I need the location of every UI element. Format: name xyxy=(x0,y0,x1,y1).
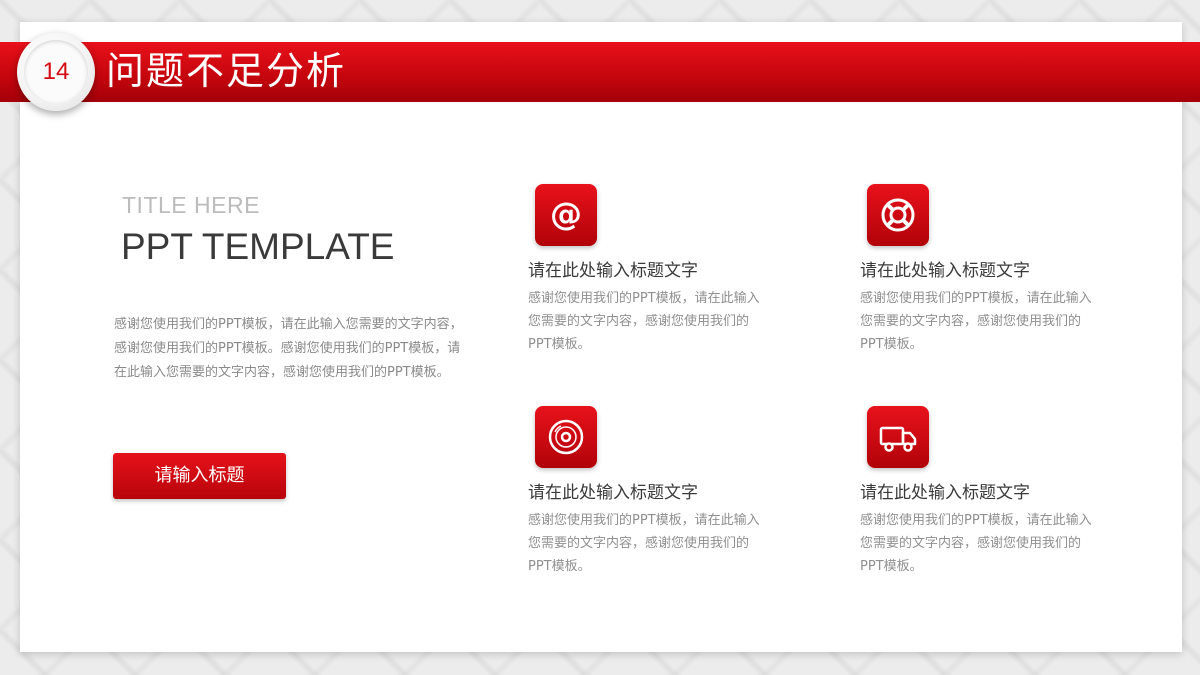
feature-item: 请在此处输入标题文字 感谢您使用我们的PPT模板，请在此输入您需要的文字内容，感… xyxy=(860,406,1110,578)
slide-number-badge: 14 xyxy=(17,33,95,111)
page-title: 问题不足分析 xyxy=(106,49,347,93)
feature-desc: 感谢您使用我们的PPT模板，请在此输入您需要的文字内容，感谢您使用我们的PPT模… xyxy=(860,291,1092,352)
disc-icon xyxy=(535,406,597,468)
feature-item: 请在此处输入标题文字 感谢您使用我们的PPT模板，请在此输入您需要的文字内容，感… xyxy=(528,406,778,578)
feature-title: 请在此处输入标题文字 xyxy=(860,483,1030,503)
at-sign-icon: @ xyxy=(535,184,597,246)
truck-icon xyxy=(867,406,929,468)
lifebuoy-icon xyxy=(867,184,929,246)
feature-item: 请在此处输入标题文字 感谢您使用我们的PPT模板，请在此输入您需要的文字内容，感… xyxy=(860,184,1110,356)
svg-text:@: @ xyxy=(550,195,582,233)
intro-title: PPT TEMPLATE xyxy=(121,226,395,267)
feature-desc: 感谢您使用我们的PPT模板，请在此输入您需要的文字内容，感谢您使用我们的PPT模… xyxy=(860,513,1092,574)
intro-body: 感谢您使用我们的PPT模板，请在此输入您需要的文字内容，感谢您使用我们的PPT模… xyxy=(114,317,463,380)
feature-title: 请在此处输入标题文字 xyxy=(860,261,1030,281)
slide-number: 14 xyxy=(24,40,88,104)
title-input-button[interactable]: 请输入标题 xyxy=(113,453,286,499)
feature-title: 请在此处输入标题文字 xyxy=(528,483,698,503)
feature-desc: 感谢您使用我们的PPT模板，请在此输入您需要的文字内容，感谢您使用我们的PPT模… xyxy=(528,513,760,574)
feature-desc: 感谢您使用我们的PPT模板，请在此输入您需要的文字内容，感谢您使用我们的PPT模… xyxy=(528,291,760,352)
feature-title: 请在此处输入标题文字 xyxy=(528,261,698,281)
feature-item: @ 请在此处输入标题文字 感谢您使用我们的PPT模板，请在此输入您需要的文字内容… xyxy=(528,184,778,356)
intro-subtitle: TITLE HERE xyxy=(122,192,260,218)
